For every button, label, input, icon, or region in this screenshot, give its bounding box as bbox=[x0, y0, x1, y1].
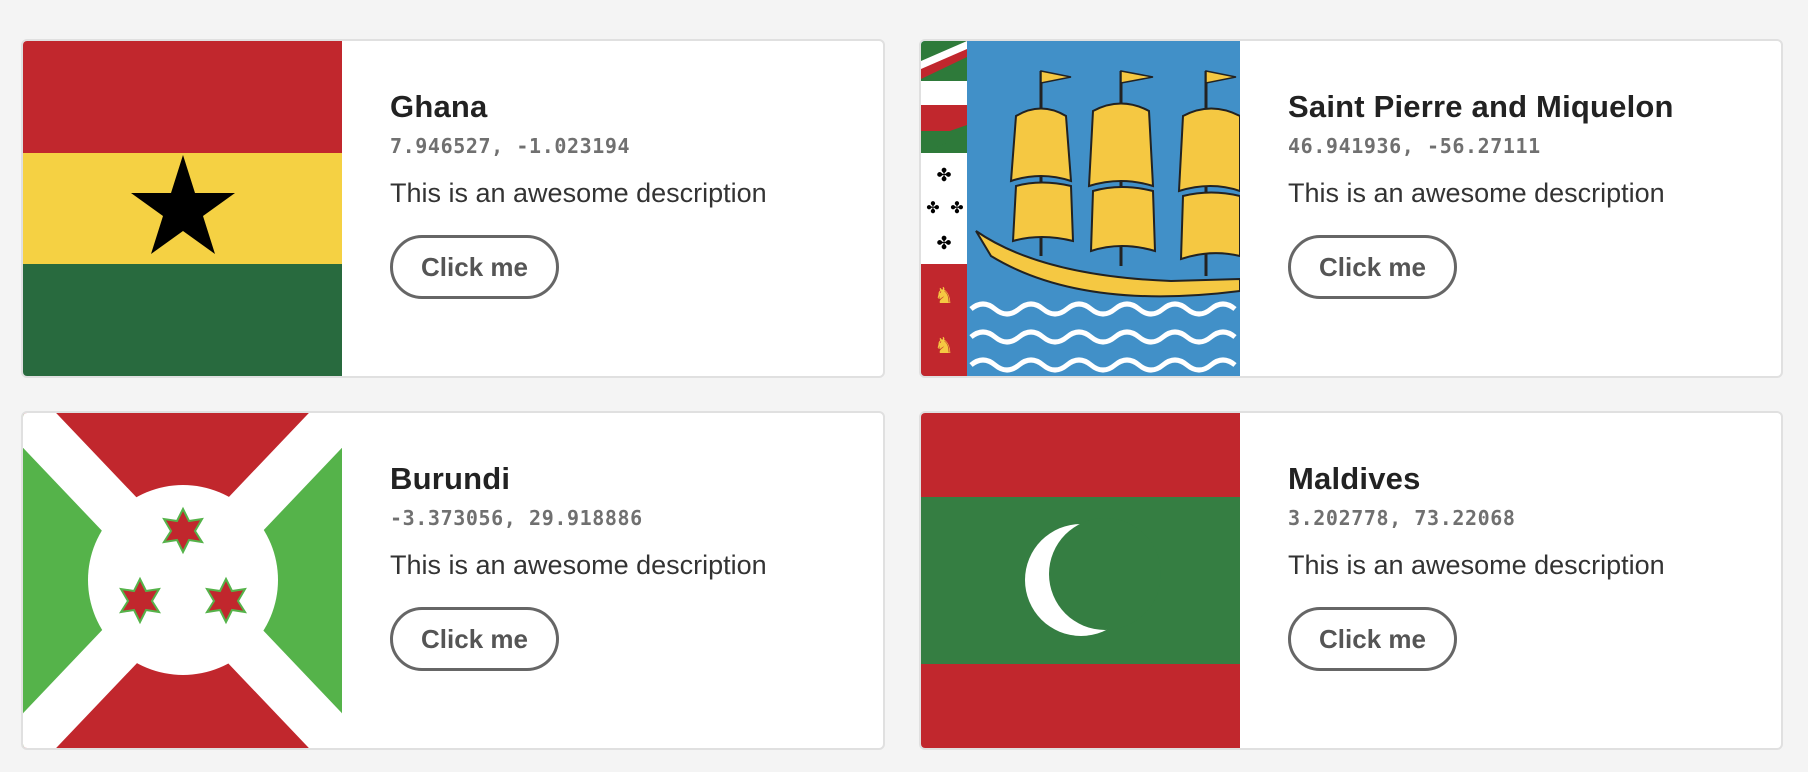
coordinates: 46.941936, -56.27111 bbox=[1288, 134, 1541, 158]
svg-text:✤: ✤ bbox=[936, 165, 951, 185]
country-card-maldives: Maldives 3.202778, 73.22068 This is an a… bbox=[919, 411, 1783, 750]
click-me-button[interactable]: Click me bbox=[1288, 235, 1457, 299]
coordinates: 3.202778, 73.22068 bbox=[1288, 506, 1516, 530]
click-me-button[interactable]: Click me bbox=[390, 607, 559, 671]
svg-text:♞: ♞ bbox=[934, 283, 954, 308]
maldives-flag-icon bbox=[921, 413, 1240, 748]
saint-pierre-and-miquelon-flag-icon: ✤ ✤ ✤ ✤ ♞ ♞ bbox=[921, 41, 1240, 376]
svg-text:✤: ✤ bbox=[926, 200, 939, 217]
country-name: Burundi bbox=[390, 461, 511, 496]
description: This is an awesome description bbox=[390, 178, 767, 208]
country-name: Maldives bbox=[1288, 461, 1421, 496]
country-name: Ghana bbox=[390, 89, 488, 124]
description: This is an awesome description bbox=[1288, 178, 1665, 208]
coordinates: -3.373056, 29.918886 bbox=[390, 506, 643, 530]
ghana-flag-icon bbox=[23, 41, 342, 376]
svg-text:✤: ✤ bbox=[950, 200, 963, 217]
svg-text:♞: ♞ bbox=[934, 333, 954, 358]
country-name: Saint Pierre and Miquelon bbox=[1288, 89, 1674, 124]
coordinates: 7.946527, -1.023194 bbox=[390, 134, 631, 158]
description: This is an awesome description bbox=[1288, 550, 1665, 580]
card-info: Saint Pierre and Miquelon 46.941936, -56… bbox=[1240, 41, 1674, 376]
card-info: Ghana 7.946527, -1.023194 This is an awe… bbox=[342, 41, 767, 376]
country-card-ghana: Ghana 7.946527, -1.023194 This is an awe… bbox=[21, 39, 885, 378]
click-me-button[interactable]: Click me bbox=[390, 235, 559, 299]
description: This is an awesome description bbox=[390, 550, 767, 580]
burundi-flag-icon bbox=[23, 413, 342, 748]
country-card-grid: Ghana 7.946527, -1.023194 This is an awe… bbox=[21, 39, 1785, 750]
card-info: Maldives 3.202778, 73.22068 This is an a… bbox=[1240, 413, 1665, 748]
svg-text:✤: ✤ bbox=[936, 233, 951, 253]
country-card-burundi: Burundi -3.373056, 29.918886 This is an … bbox=[21, 411, 885, 750]
country-card-saint-pierre-and-miquelon: ✤ ✤ ✤ ✤ ♞ ♞ Saint Pierre and Miquelon 46… bbox=[919, 39, 1783, 378]
click-me-button[interactable]: Click me bbox=[1288, 607, 1457, 671]
card-info: Burundi -3.373056, 29.918886 This is an … bbox=[342, 413, 767, 748]
